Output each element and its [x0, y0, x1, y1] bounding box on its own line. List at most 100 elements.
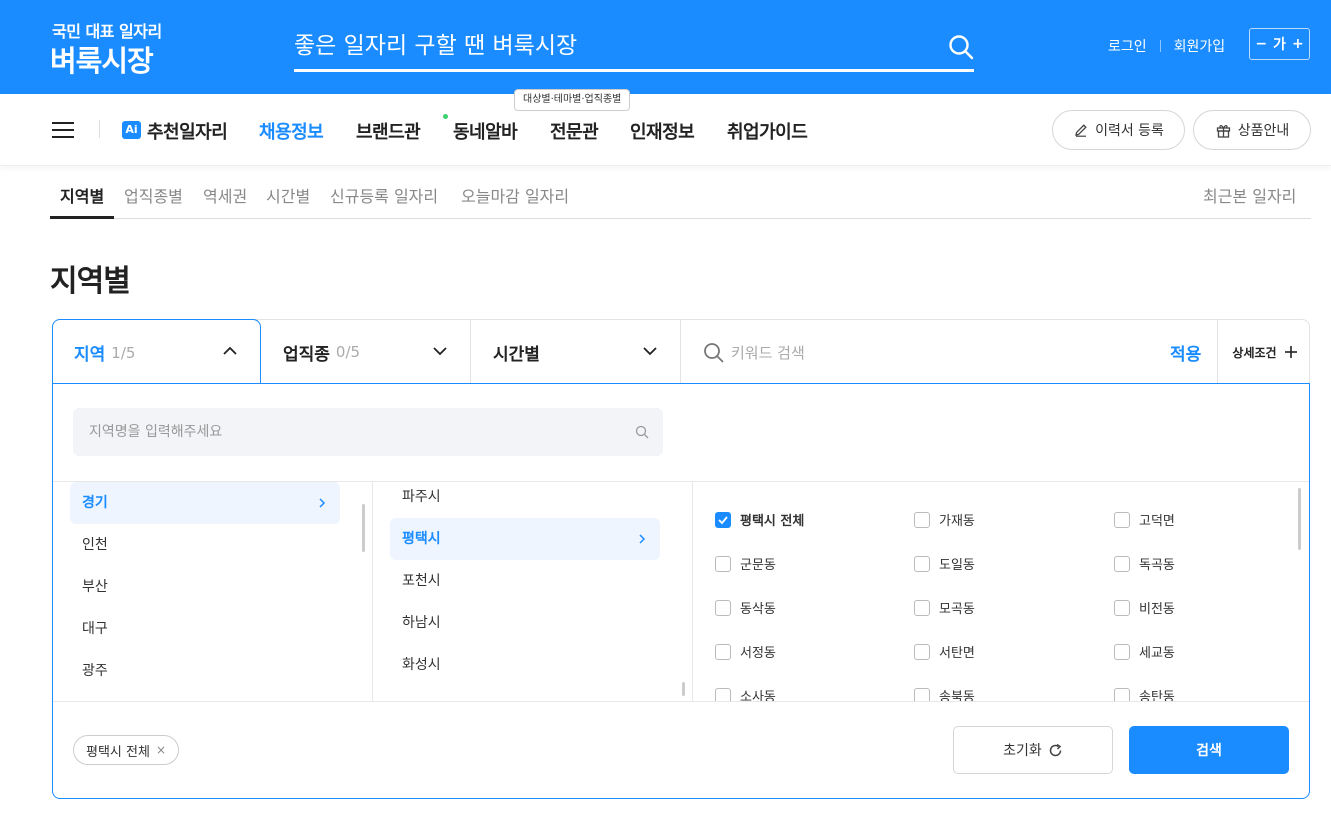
unchecked-icon[interactable] [1114, 643, 1130, 660]
district-checkbox[interactable]: 세교동 [1114, 642, 1175, 661]
unchecked-icon[interactable] [1114, 511, 1130, 528]
district-checkbox[interactable]: 가재동 [914, 510, 975, 529]
font-increase-button[interactable]: + [1292, 36, 1304, 52]
district-checkbox[interactable]: 고덕면 [1114, 510, 1175, 529]
recently-viewed-link[interactable]: 최근본 일자리 [1203, 183, 1296, 207]
district-checkbox[interactable]: 서정동 [715, 642, 776, 661]
unchecked-icon[interactable] [914, 555, 930, 572]
district-checkbox[interactable]: 군문동 [715, 554, 776, 573]
font-size-control: − 가 + [1249, 28, 1310, 60]
district-label: 군문동 [740, 558, 776, 573]
city-item[interactable]: 파주시 [390, 482, 660, 518]
region-panel: 경기 인천 부산 대구 광주 파주시 평택시 포천시 하남시 화성시 평택시 전… [52, 383, 1310, 799]
unchecked-icon[interactable] [914, 599, 930, 616]
login-link[interactable]: 로그인 [1108, 36, 1147, 56]
district-list: 평택시 전체 가재동 고덕면군문동 도일동 독곡동동삭동 모곡동 비전동서정동 서탄면 세교동소… [693, 482, 1309, 701]
district-checkbox[interactable]: 소사동 [715, 686, 776, 701]
unchecked-icon[interactable] [715, 643, 731, 660]
nav-item-jobs[interactable]: 채용정보 [259, 118, 324, 144]
nav-item-local[interactable]: 동네알바 [453, 118, 518, 144]
province-item-gyeonggi[interactable]: 경기 [70, 482, 340, 524]
tab-region[interactable]: 지역별 [60, 183, 104, 207]
province-item-busan[interactable]: 부산 [70, 566, 340, 608]
province-item-incheon[interactable]: 인천 [70, 524, 340, 566]
job-filter-tab[interactable]: 업직종 0/5 [261, 320, 471, 384]
logo[interactable]: 벼룩시장 [50, 38, 154, 80]
unchecked-icon[interactable] [914, 687, 930, 701]
active-tab-indicator [50, 216, 114, 219]
city-item[interactable]: 포천시 [390, 560, 660, 602]
tab-job-type[interactable]: 업직종별 [124, 183, 183, 207]
province-item-gwangju[interactable]: 광주 [70, 650, 340, 692]
district-label: 모곡동 [939, 602, 975, 617]
keyword-search-input[interactable] [731, 340, 1151, 366]
chevron-right-icon [319, 498, 326, 508]
district-label: 서정동 [740, 646, 776, 661]
resume-register-label: 이력서 등록 [1095, 123, 1164, 139]
district-label: 비전동 [1139, 602, 1175, 617]
main-search-input[interactable] [294, 26, 934, 66]
scrollbar[interactable] [1298, 488, 1301, 550]
unchecked-icon[interactable] [715, 555, 731, 572]
unchecked-icon[interactable] [715, 687, 731, 701]
tab-station[interactable]: 역세권 [203, 183, 247, 207]
unchecked-icon[interactable] [715, 599, 731, 616]
unchecked-icon[interactable] [1114, 599, 1130, 616]
district-checkbox[interactable]: 송북동 [914, 686, 975, 701]
menu-icon[interactable] [52, 122, 74, 138]
city-item-selected[interactable]: 평택시 [390, 518, 660, 560]
close-icon[interactable]: × [156, 743, 166, 757]
province-item-daegu[interactable]: 대구 [70, 608, 340, 650]
nav-item-pro[interactable]: 전문관 [550, 118, 599, 144]
district-checkbox[interactable]: 모곡동 [914, 598, 975, 617]
nav-item-talent[interactable]: 인재정보 [630, 118, 695, 144]
reset-button[interactable]: 초기화 [953, 726, 1113, 774]
nav-item-guide[interactable]: 취업가이드 [727, 118, 808, 144]
region-search [73, 408, 663, 456]
district-label: 평택시 전체 [740, 514, 805, 529]
apply-button[interactable]: 적용 [1170, 340, 1201, 365]
district-checkbox[interactable]: 평택시 전체 [715, 510, 804, 529]
signup-link[interactable]: 회원가입 [1174, 36, 1226, 56]
detail-conditions-button[interactable]: 상세조건 [1217, 320, 1311, 384]
nav-item-brand[interactable]: 브랜드관 [356, 118, 421, 144]
district-label: 가재동 [939, 514, 975, 529]
district-checkbox[interactable]: 서탄면 [914, 642, 975, 661]
job-filter-label: 업직종 [283, 344, 330, 365]
tab-new-jobs[interactable]: 신규등록 일자리 [330, 183, 438, 207]
district-checkbox[interactable]: 독곡동 [1114, 554, 1175, 573]
scrollbar[interactable] [682, 682, 685, 696]
selected-chip: 평택시 전체 × [73, 735, 179, 765]
search-icon[interactable] [948, 34, 974, 60]
district-label: 소사동 [740, 690, 776, 701]
time-filter-tab[interactable]: 시간별 [471, 320, 681, 384]
district-checkbox[interactable]: 비전동 [1114, 598, 1175, 617]
search-icon[interactable] [635, 425, 649, 439]
district-label: 송북동 [939, 690, 975, 701]
checked-icon[interactable] [715, 511, 731, 528]
unchecked-icon[interactable] [914, 643, 930, 660]
district-checkbox[interactable]: 송탄동 [1114, 686, 1175, 701]
unchecked-icon[interactable] [914, 511, 930, 528]
unchecked-icon[interactable] [1114, 555, 1130, 572]
region-search-input[interactable] [89, 420, 619, 444]
product-info-button[interactable]: 상품안내 [1193, 110, 1311, 150]
district-label: 동삭동 [740, 602, 776, 617]
district-checkbox[interactable]: 도일동 [914, 554, 975, 573]
province-label: 경기 [82, 495, 108, 511]
unchecked-icon[interactable] [1114, 687, 1130, 701]
tab-closing-today[interactable]: 오늘마감 일자리 [461, 183, 569, 207]
region-filter-tab[interactable]: 지역 1/5 [52, 319, 261, 385]
city-item[interactable]: 화성시 [390, 644, 660, 686]
district-checkbox[interactable]: 동삭동 [715, 598, 776, 617]
search-button[interactable]: 검색 [1129, 726, 1289, 774]
scrollbar[interactable] [362, 504, 365, 552]
city-item[interactable]: 하남시 [390, 602, 660, 644]
ai-badge-icon: Ai [122, 121, 141, 139]
tab-time[interactable]: 시간별 [266, 183, 310, 207]
font-decrease-button[interactable]: − [1255, 36, 1267, 52]
search-icon [704, 343, 724, 363]
nav-item-recommend[interactable]: 추천일자리 [147, 118, 228, 144]
nav-tooltip: 대상별·테마별·업직종별 [514, 89, 631, 111]
resume-register-button[interactable]: 이력서 등록 [1052, 110, 1185, 150]
